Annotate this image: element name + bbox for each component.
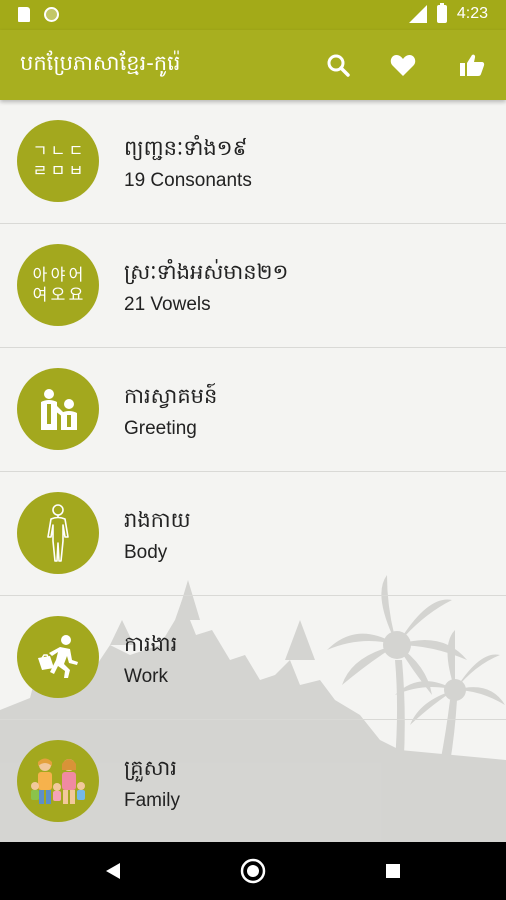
clock: 4:23 [456,5,488,22]
list-item-consonants[interactable]: ㄱ ㄴ ㄷ ㄹ ㅁ ㅂ ព្យញ្ជនៈទាំង១៩ 19 Consonants [0,100,506,224]
work-icon [17,616,99,698]
list-item-subtitle: Body [124,542,168,563]
list-item-title: រាងកាយ [124,508,191,532]
sd-card-icon [18,7,30,22]
category-list: ㄱ ㄴ ㄷ ㄹ ㅁ ㅂ ព្យញ្ជនៈទាំង១៩ 19 Consonants… [0,100,506,842]
consonants-icon: ㄱ ㄴ ㄷ ㄹ ㅁ ㅂ [17,120,99,202]
home-icon[interactable] [238,856,268,886]
recents-icon[interactable] [378,856,408,886]
heart-icon[interactable] [388,50,418,80]
back-icon[interactable] [98,856,128,886]
list-item-vowels[interactable]: 아 야 어 여 오 요 ស្រៈទាំងអស់មាន២១ 21 Vowels [0,224,506,348]
status-bar: LTE 4:23 [0,0,506,30]
battery-icon [436,3,447,23]
list-item-subtitle: Work [124,666,168,687]
list-item-greeting[interactable]: ការស្វាគមន៍ Greeting [0,348,506,472]
list-item-title: ព្យញ្ជនៈទាំង១៩ [124,136,248,160]
list-item-work[interactable]: ការងារ Work [0,596,506,720]
list-item-family[interactable]: គ្រួសារ Family [0,720,506,842]
app-title: បកប្រែភាសាខ្មែរ-កូរ៉េ [20,51,181,75]
thumbs-up-icon[interactable] [457,50,487,80]
sync-icon [44,7,59,22]
system-nav-bar [0,842,506,900]
list-item-title: គ្រួសារ [124,756,177,780]
list-item-subtitle: 19 Consonants [124,170,252,191]
app-bar: បកប្រែភាសាខ្មែរ-កូរ៉េ [0,30,506,100]
list-item-subtitle: 21 Vowels [124,294,211,315]
list-item-body[interactable]: រាងកាយ Body [0,472,506,596]
list-item-title: ការស្វាគមន៍ [124,384,218,408]
family-icon [17,740,99,822]
signal-icon: LTE [405,5,427,23]
vowels-icon: 아 야 어 여 오 요 [17,244,99,326]
search-icon[interactable] [323,50,353,80]
list-item-title: ការងារ [124,632,178,656]
greeting-icon [17,368,99,450]
list-item-subtitle: Greeting [124,418,197,439]
list-item-subtitle: Family [124,790,180,811]
list-item-title: ស្រៈទាំងអស់មាន២១ [124,260,289,284]
body-icon [17,492,99,574]
